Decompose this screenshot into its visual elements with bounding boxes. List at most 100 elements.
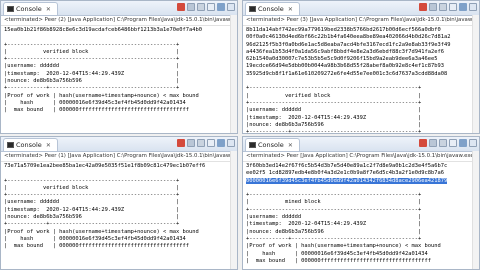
console-line: | verified block | [4, 48, 180, 55]
pin-console-icon[interactable] [449, 139, 457, 147]
console-line: |timestamp: 2020-12-04T15:44:29.439Z | [246, 221, 422, 228]
open-console-icon[interactable] [227, 3, 235, 11]
pin-console-icon[interactable] [449, 3, 457, 11]
process-description: <terminated> Peer (1) [Java Application]… [1, 152, 237, 162]
terminate-icon[interactable] [177, 139, 185, 147]
terminate-icon[interactable] [419, 139, 427, 147]
console-tab-label: Console [16, 141, 42, 149]
remove-launch-icon[interactable] [187, 139, 195, 147]
pin-console-icon[interactable] [207, 139, 215, 147]
console-tabbar: Console ✕ [1, 137, 237, 152]
console-line: | max bound | 000000ffffffffffffffffffff… [4, 107, 189, 114]
console-toolbar [419, 139, 477, 147]
console-line: 73e71a5709e1ea2bee85ba1ec42a09e5035f51e1… [4, 163, 206, 169]
open-console-icon[interactable] [227, 139, 235, 147]
console-window-bottom-right: Console ✕ <terminated> Peer [Java Applic… [242, 136, 480, 270]
console-line: |username: dddddd | [4, 63, 180, 70]
console-line: |nounce: de8b6b3a756b596 | [4, 78, 180, 85]
console-line: |nounce: de8b6b3a756b596 | [246, 121, 422, 128]
close-icon[interactable]: ✕ [46, 142, 51, 149]
console-tab[interactable]: Console ✕ [3, 2, 58, 15]
console-output[interactable]: 73e71a5709e1ea2bee85ba1ec42a09e5035f51e1… [1, 162, 237, 252]
console-window-bottom-left: Console ✕ <terminated> Peer (1) [Java Ap… [0, 136, 238, 270]
console-line: 35925d9cb8f1f1a61e610209272e6fe4d55e7ee0… [246, 70, 448, 77]
console-tab[interactable]: Console ✕ [3, 138, 58, 151]
process-description: <terminated> Peer (3) [Java Application]… [243, 16, 479, 26]
pin-console-icon[interactable] [207, 3, 215, 11]
close-icon[interactable]: ✕ [288, 6, 293, 13]
display-console-icon[interactable] [459, 139, 467, 147]
display-console-icon[interactable] [217, 139, 225, 147]
console-icon [249, 142, 256, 148]
process-description: <terminated> Peer [Java Application] C:\… [243, 152, 479, 162]
console-line: +------------+--------------------------… [246, 129, 422, 134]
console-line: | verified block | [4, 184, 180, 191]
console-line: +---------------------------------------… [246, 99, 422, 106]
console-line: +---------------------------------------… [246, 85, 422, 92]
console-window-top-left: Console ✕ <terminated> Peer (2) [Java Ap… [0, 0, 238, 134]
display-console-icon[interactable] [217, 3, 225, 11]
console-line: 15ea0b1b21f86b8928c8e6c3d19acdafceb6486b… [4, 27, 202, 33]
console-line: +---------------------------------------… [4, 41, 180, 48]
console-output[interactable]: 15ea0b1b21f86b8928c8e6c3d19acdafceb6486b… [1, 26, 237, 116]
vertical-scrollbar[interactable] [230, 15, 237, 133]
remove-all-icon[interactable] [439, 139, 447, 147]
console-line: |nounce: de8b6b3a756b596 | [246, 228, 422, 235]
console-tab-label: Console [258, 141, 284, 149]
terminate-icon[interactable] [419, 3, 427, 11]
console-line: | hash | 00000016e6f39d45c3ef4fb45d0dd9f… [246, 250, 428, 257]
console-icon [7, 6, 14, 12]
console-line: +---------------------------------------… [246, 192, 422, 199]
console-line: |timestamp: 2020-12-04T15:44:29.439Z | [4, 206, 180, 213]
console-line: | mined block | [246, 199, 422, 206]
remove-launch-icon[interactable] [187, 3, 195, 11]
console-line: |username: dddddd | [246, 107, 422, 114]
console-line: 8b11da14abf742ec99a779619bed2338b5766bd2… [246, 27, 441, 33]
console-icon [7, 142, 14, 148]
vertical-scrollbar[interactable] [472, 151, 479, 269]
console-line: |nounce: de8b6b3a756b596 | [4, 214, 180, 221]
console-tabbar: Console ✕ [1, 1, 237, 16]
console-output[interactable]: 8b11da14abf742ec99a779619bed2338b5766bd2… [243, 26, 479, 134]
console-line: |Proof of work | hash(username+timestamp… [4, 228, 199, 235]
console-tab-label: Console [258, 5, 284, 13]
remove-launch-icon[interactable] [429, 139, 437, 147]
display-console-icon[interactable] [459, 3, 467, 11]
remove-launch-icon[interactable] [429, 3, 437, 11]
console-line: 62b1540a0d30007c7e53b5b5e5c9d0f9206f15bd… [246, 56, 438, 63]
vertical-scrollbar[interactable] [472, 15, 479, 133]
console-line: +------------+--------------------------… [246, 235, 422, 242]
open-console-icon[interactable] [469, 139, 477, 147]
console-line: |username: dddddd | [246, 214, 422, 221]
console-tab[interactable]: Console ✕ [245, 2, 300, 15]
close-icon[interactable]: ✕ [46, 6, 51, 13]
vertical-scrollbar[interactable] [230, 151, 237, 269]
console-line: +------------+--------------------------… [4, 221, 180, 228]
terminate-icon[interactable] [177, 3, 185, 11]
console-toolbar [177, 139, 235, 147]
remove-all-icon[interactable] [197, 3, 205, 11]
console-line: |Proof of work | hash(username+timestamp… [246, 243, 441, 250]
console-tab[interactable]: Console ✕ [245, 138, 300, 151]
console-line: 00f0a0c46130d4ed6bf66c22b1b4fa640eea8be8… [246, 34, 451, 41]
console-line: |timestamp: 2020-12-04T15:44:29.439Z | [246, 114, 422, 121]
console-toolbar [177, 3, 235, 11]
console-line: ee02f5 1cd82897edb4e8b0f4a3d2e1c0b9a8f7e… [246, 170, 444, 177]
console-line: +---------------------------------------… [4, 56, 180, 63]
process-description: <terminated> Peer (2) [Java Application]… [1, 16, 237, 26]
console-window-top-right: Console ✕ <terminated> Peer (3) [Java Ap… [242, 0, 480, 134]
remove-all-icon[interactable] [197, 139, 205, 147]
open-console-icon[interactable] [469, 3, 477, 11]
console-line: a4436fea1b53d4f0a1da56c9abf8bbdf4e8e2a3d… [246, 48, 444, 55]
console-line: |timestamp: 2020-12-04T15:44:29.439Z | [4, 70, 180, 77]
console-output[interactable]: 3f60bb3ed14e2f67f6c5b54d3b7e5d40e89a1c2f… [243, 162, 479, 266]
console-toolbar [419, 3, 477, 11]
console-line: | hash | 00000016e6f39d45c3ef4fb45d0dd9f… [4, 99, 186, 106]
remove-all-icon[interactable] [439, 3, 447, 11]
console-line: 19ecdce66d94e5dbb00b0044a98b3b68d55f28ab… [246, 63, 444, 70]
console-line: +---------------------------------------… [4, 177, 180, 184]
close-icon[interactable]: ✕ [288, 142, 293, 149]
